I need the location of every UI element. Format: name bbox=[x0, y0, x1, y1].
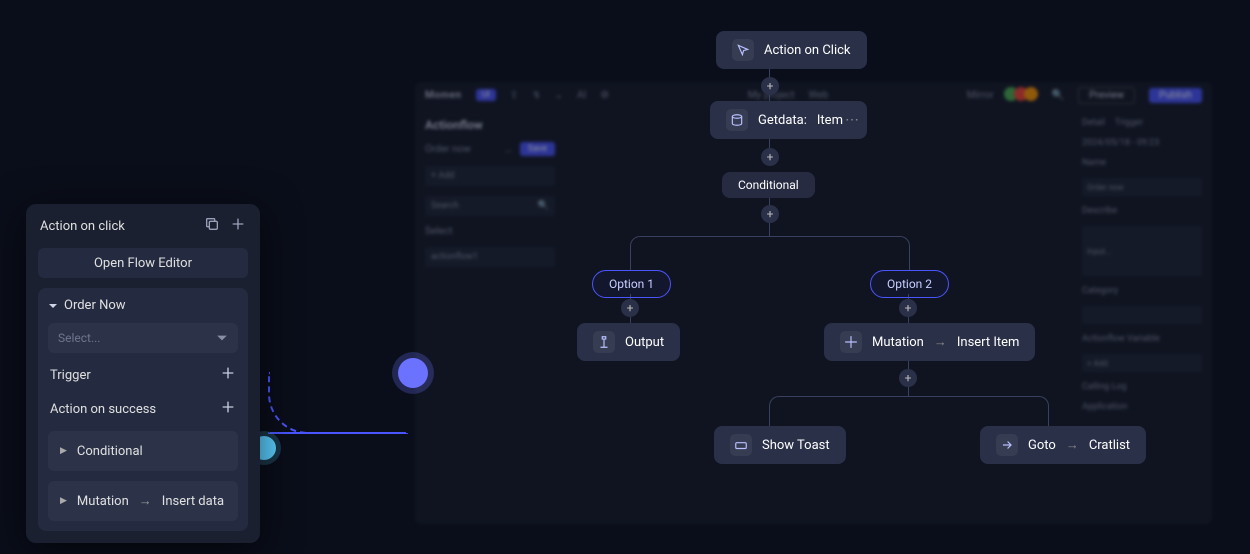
node-label-sub: Insert Item bbox=[957, 335, 1020, 350]
toast-icon bbox=[730, 434, 752, 456]
trigger-label: Trigger bbox=[50, 368, 91, 383]
cursor-icon bbox=[732, 39, 754, 61]
item-label: Mutation bbox=[77, 494, 129, 509]
mutation-icon bbox=[840, 331, 862, 353]
node-goto[interactable]: Goto → Cratlist bbox=[980, 426, 1146, 464]
decorative-connector bbox=[268, 432, 408, 434]
chevron-right-icon: ▶ bbox=[60, 446, 67, 456]
add-node-button[interactable]: + bbox=[761, 148, 779, 166]
select-placeholder: Select... bbox=[58, 331, 100, 345]
node-label-sub: Item bbox=[817, 113, 843, 128]
node-option-1[interactable]: Option 1 bbox=[592, 270, 671, 298]
on-success-label: Action on success bbox=[50, 402, 156, 417]
chevron-right-icon: ▶ bbox=[60, 496, 67, 506]
item-conditional[interactable]: ▶ Conditional bbox=[48, 431, 238, 471]
option-label: Option 1 bbox=[609, 277, 654, 291]
add-icon[interactable] bbox=[230, 216, 246, 236]
add-node-button[interactable]: + bbox=[621, 299, 639, 317]
add-success-button[interactable] bbox=[220, 399, 236, 419]
node-label-sub: Cratlist bbox=[1089, 438, 1130, 453]
add-node-button[interactable]: + bbox=[761, 77, 779, 95]
add-trigger-button[interactable] bbox=[220, 365, 236, 385]
arrow-icon: → bbox=[139, 493, 152, 509]
copy-icon[interactable] bbox=[204, 216, 220, 236]
panel-title: Action on click bbox=[40, 219, 194, 234]
order-now-group: Order Now Select... Trigger Action on su… bbox=[38, 288, 248, 531]
more-icon[interactable]: ⋯ bbox=[845, 112, 859, 128]
item-sub-label: Insert data bbox=[162, 494, 224, 509]
node-getdata[interactable]: Getdata: Item ⋯ bbox=[710, 101, 867, 139]
goto-icon bbox=[996, 434, 1018, 456]
chevron-down-icon bbox=[216, 332, 228, 344]
node-label: Action on Click bbox=[764, 43, 851, 58]
item-label: Conditional bbox=[77, 444, 143, 459]
select-dropdown[interactable]: Select... bbox=[48, 323, 238, 353]
group-title: Order Now bbox=[64, 298, 126, 313]
node-label: Mutation bbox=[872, 335, 924, 350]
output-icon bbox=[593, 331, 615, 353]
add-node-button[interactable]: + bbox=[899, 299, 917, 317]
item-mutation[interactable]: ▶ Mutation → Insert data bbox=[48, 481, 238, 521]
node-option-2[interactable]: Option 2 bbox=[870, 270, 949, 298]
node-conditional[interactable]: Conditional bbox=[722, 172, 815, 198]
node-label: Output bbox=[625, 335, 664, 350]
chevron-down-icon bbox=[48, 301, 58, 311]
node-show-toast[interactable]: Show Toast bbox=[714, 426, 846, 464]
option-label: Option 2 bbox=[887, 277, 932, 291]
arrow-icon: → bbox=[1066, 437, 1079, 453]
node-mutation-insert[interactable]: Mutation → Insert Item bbox=[824, 323, 1035, 361]
button-label: Open Flow Editor bbox=[94, 256, 192, 271]
node-label: Goto bbox=[1028, 438, 1056, 453]
arrow-icon: → bbox=[934, 334, 947, 350]
add-node-button[interactable]: + bbox=[761, 205, 779, 223]
node-output[interactable]: Output bbox=[577, 323, 680, 361]
data-icon bbox=[726, 109, 748, 131]
decorative-dot bbox=[398, 358, 428, 388]
node-label: Conditional bbox=[738, 178, 799, 192]
node-label: Show Toast bbox=[762, 438, 830, 453]
node-label: Getdata: bbox=[758, 113, 807, 128]
node-action-on-click[interactable]: Action on Click bbox=[716, 31, 867, 69]
action-panel: Action on click Open Flow Editor Order N… bbox=[26, 204, 260, 543]
add-node-button[interactable]: + bbox=[899, 369, 917, 387]
group-header[interactable]: Order Now bbox=[48, 298, 238, 313]
open-flow-editor-button[interactable]: Open Flow Editor bbox=[38, 248, 248, 278]
